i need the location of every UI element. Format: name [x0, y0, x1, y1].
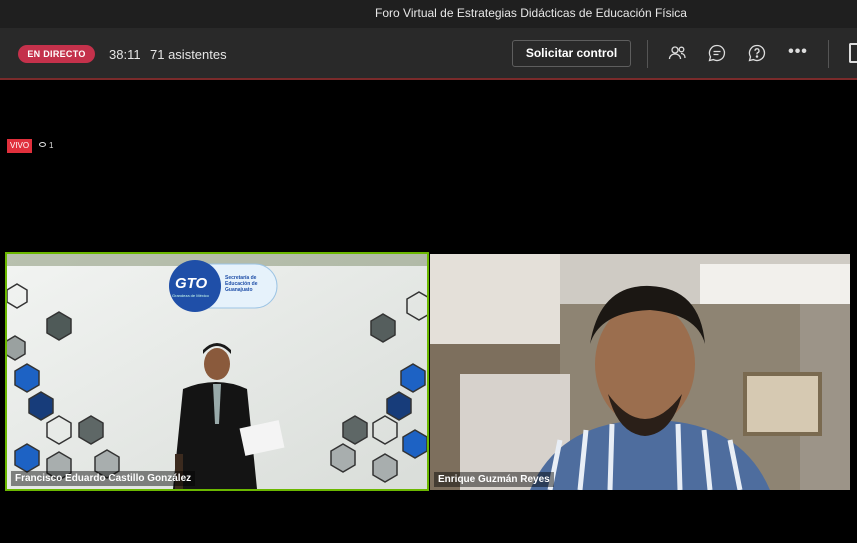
more-options-icon[interactable]: •••	[788, 43, 808, 63]
backdrop-agency-text: Secretaría de Educación de Guanajuato	[225, 275, 258, 293]
qa-icon[interactable]	[747, 43, 767, 63]
request-control-button[interactable]: Solicitar control	[512, 40, 631, 67]
viewer-count-value: 1	[49, 141, 54, 150]
window-titlebar: Foro Virtual de Estrategias Didácticas d…	[0, 0, 857, 28]
viewer-count: 1	[39, 141, 53, 150]
video-tile-speaker[interactable]: Francisco Eduardo Castillo González	[5, 252, 429, 491]
people-icon[interactable]	[667, 43, 687, 63]
backdrop-logo-text: GTO	[175, 275, 208, 292]
meeting-toolbar: EN DIRECTO 38:11 71 asistentes Solicitar…	[0, 28, 857, 80]
eye-icon	[39, 142, 46, 148]
participant-video-frame	[430, 254, 850, 490]
stream-live-badge: VIVO	[7, 139, 32, 153]
participant-name-label: Enrique Guzmán Reyes	[434, 472, 554, 487]
toolbar-divider	[647, 40, 648, 68]
live-status-badge: EN DIRECTO	[18, 45, 95, 63]
window-title: Foro Virtual de Estrategias Didácticas d…	[375, 6, 687, 20]
video-tile-participant[interactable]: Enrique Guzmán Reyes	[430, 254, 850, 490]
share-tray-icon[interactable]	[849, 43, 857, 63]
participant-name-label: Francisco Eduardo Castillo González	[11, 471, 196, 486]
attendee-count: 71 asistentes	[150, 47, 227, 62]
chat-icon[interactable]	[707, 43, 727, 63]
speaker-video-frame	[7, 254, 427, 489]
backdrop-logo-subtitle: Grandeza de México	[172, 293, 209, 298]
elapsed-timer: 38:11	[109, 47, 141, 62]
toolbar-divider	[828, 40, 829, 68]
